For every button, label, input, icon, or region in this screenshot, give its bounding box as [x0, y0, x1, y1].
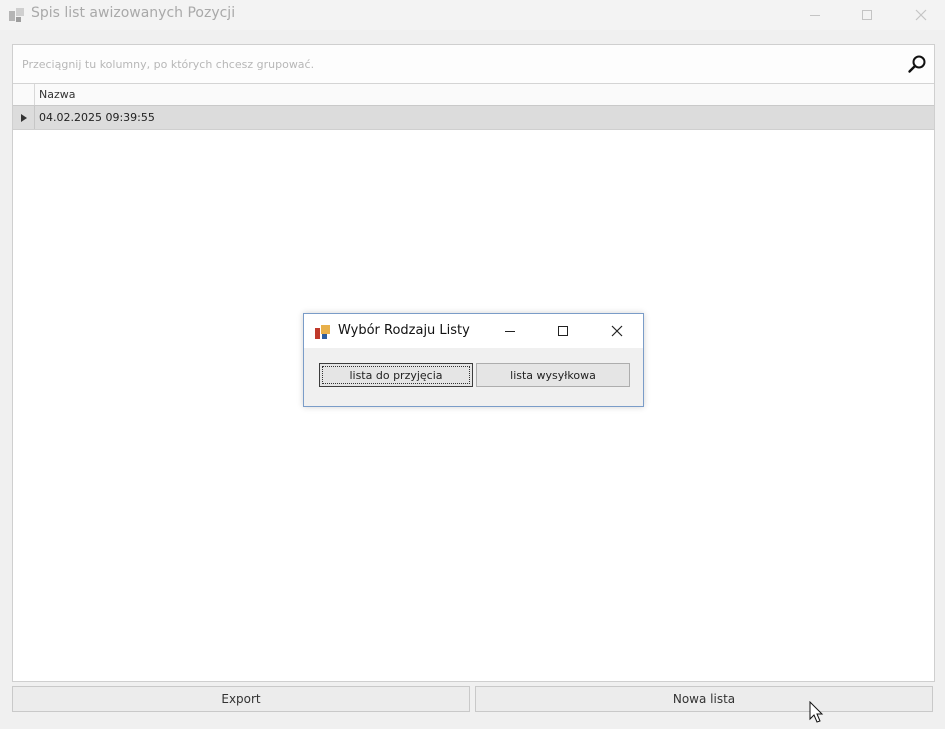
new-list-button[interactable]: Nowa lista — [475, 686, 933, 712]
dialog-maximize-button[interactable] — [540, 314, 586, 348]
export-button[interactable]: Export — [12, 686, 470, 712]
minimize-button[interactable] — [792, 0, 838, 30]
dialog-minimize-button[interactable] — [487, 314, 533, 348]
dialog-title: Wybór Rodzaju Listy — [338, 323, 470, 338]
mouse-cursor-icon — [809, 700, 825, 725]
dialog-titlebar: Wybór Rodzaju Listy — [304, 314, 643, 348]
dialog-app-icon — [314, 323, 332, 341]
group-hint-text: Przeciągnij tu kolumny, po których chces… — [22, 58, 315, 71]
main-titlebar: Spis list awizowanych Pozycji — [0, 0, 945, 30]
minimize-icon — [810, 15, 820, 16]
dialog-close-button[interactable] — [594, 314, 640, 348]
cell-nazwa: 04.02.2025 09:39:55 — [39, 111, 155, 124]
shipping-list-button[interactable]: lista wysyłkowa — [476, 363, 630, 387]
column-header-nazwa[interactable]: Nazwa — [39, 88, 75, 101]
row-indicator — [13, 106, 35, 129]
table-row[interactable]: 04.02.2025 09:39:55 — [13, 106, 934, 130]
column-header-row: Nazwa — [13, 84, 934, 106]
row-indicator-triangle-icon — [20, 113, 27, 122]
app-logo-icon — [8, 6, 26, 24]
minimize-icon — [505, 331, 515, 332]
list-type-dialog: Wybór Rodzaju Listy lista do przyjęcia l… — [303, 313, 644, 407]
indicator-header — [13, 84, 35, 105]
maximize-icon — [862, 10, 872, 20]
search-button[interactable] — [904, 51, 930, 77]
receipt-list-button[interactable]: lista do przyjęcia — [319, 363, 473, 387]
maximize-icon — [558, 326, 568, 336]
search-icon — [908, 55, 926, 73]
maximize-button[interactable] — [844, 0, 890, 30]
close-icon — [915, 9, 927, 21]
window-title: Spis list awizowanych Pozycji — [31, 5, 236, 21]
close-button[interactable] — [898, 0, 944, 30]
group-panel[interactable]: Przeciągnij tu kolumny, po których chces… — [13, 45, 934, 84]
close-icon — [611, 325, 623, 337]
